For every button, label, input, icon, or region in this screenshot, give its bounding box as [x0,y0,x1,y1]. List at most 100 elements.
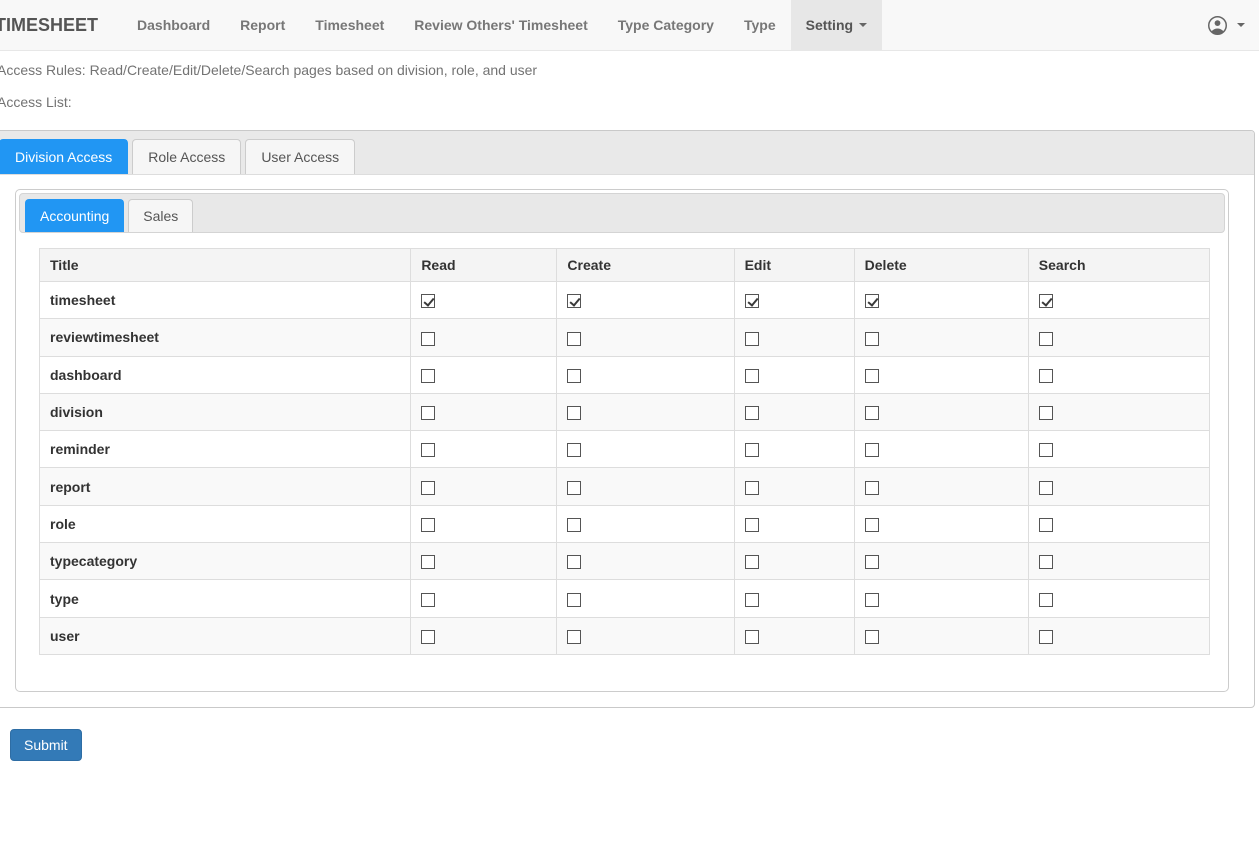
table-row-typecategory: typecategory [38,542,1211,581]
permission-checkbox-read[interactable] [421,443,436,458]
permission-cell [733,392,855,432]
permission-cell [410,280,558,320]
nav-item-label: Type Category [617,17,714,33]
permission-checkbox-search[interactable] [1038,480,1053,495]
permission-checkbox-search[interactable] [1038,518,1053,533]
permission-cell [853,467,1029,506]
permission-checkbox-create[interactable] [567,480,582,495]
nav-item-type[interactable]: Type [729,0,791,50]
permission-checkbox-search[interactable] [1038,555,1053,570]
nav-item-setting[interactable]: Setting [790,0,883,50]
permission-checkbox-edit[interactable] [744,555,759,570]
permission-checkbox-edit[interactable] [744,331,759,346]
access-list-label: Access List: [0,94,72,110]
permission-cell [1027,430,1211,469]
nav-item-label: Setting [805,17,854,33]
tab-division-access[interactable]: Division Access [0,139,129,174]
access-rules-text: Access Rules: Read/Create/Edit/Delete/Se… [0,62,538,78]
column-header-title: Title [38,248,412,282]
division-access-panel: Accounting Sales Title Read Create Edit Delet… [0,175,1254,707]
permission-checkbox-create[interactable] [567,331,582,346]
permission-cell [853,280,1029,320]
permission-checkbox-create[interactable] [567,629,582,644]
permissions-table: Title Read Create Edit Delete Search timeshee… [38,248,1211,655]
permission-cell [853,616,1029,655]
table-row-role: role [38,504,1211,544]
permission-cell [410,318,558,357]
user-menu-toggle[interactable] [1193,0,1259,50]
nav-item-timesheet[interactable]: Timesheet [300,0,399,50]
permission-checkbox-edit[interactable] [744,592,759,607]
division-tabs-bar: Accounting Sales [19,193,1225,233]
main-menu: Dashboard Report Timesheet Review Others' T… [122,0,883,50]
permission-checkbox-create[interactable] [567,592,582,607]
tab-role-access[interactable]: Role Access [132,139,242,174]
permission-cell [1027,542,1211,581]
permission-cell [733,280,855,320]
permission-checkbox-delete[interactable] [864,518,879,533]
permission-checkbox-delete[interactable] [864,555,879,570]
permission-checkbox-search[interactable] [1038,406,1053,421]
nav-item-report[interactable]: Report [225,0,300,50]
permission-checkbox-delete[interactable] [864,480,879,495]
permission-checkbox-read[interactable] [421,555,436,570]
accounting-panel: Title Read Create Edit Delete Search timeshee… [16,236,1228,691]
permission-checkbox-read[interactable] [421,518,436,533]
permission-checkbox-edit[interactable] [744,294,759,309]
permission-checkbox-delete[interactable] [864,629,879,644]
permission-cell [410,542,558,581]
permission-checkbox-read[interactable] [421,406,436,421]
permission-checkbox-delete[interactable] [864,331,879,346]
permission-checkbox-delete[interactable] [864,592,879,607]
permission-checkbox-delete[interactable] [864,368,879,383]
permission-checkbox-edit[interactable] [744,518,759,533]
permission-checkbox-read[interactable] [421,592,436,607]
table-header-row: Title Read Create Edit Delete Search [38,248,1211,282]
row-title: timesheet [38,280,412,320]
nav-item-type-category[interactable]: Type Category [603,0,729,50]
tab-user-access[interactable]: User Access [245,139,356,174]
nav-item-review-others-timesheet[interactable]: Review Others' Timesheet [399,0,602,50]
permission-checkbox-search[interactable] [1038,443,1053,458]
permission-checkbox-edit[interactable] [744,368,759,383]
permission-cell [853,392,1029,432]
permission-checkbox-delete[interactable] [864,294,879,309]
permission-checkbox-read[interactable] [421,480,436,495]
permission-checkbox-search[interactable] [1038,331,1053,346]
permission-checkbox-read[interactable] [421,629,436,644]
permission-checkbox-create[interactable] [567,518,582,533]
permission-checkbox-search[interactable] [1038,368,1053,383]
permission-checkbox-search[interactable] [1038,294,1053,309]
access-tabs-bar: Division Access Role Access User Access [0,131,1254,175]
access-tabs-widget: Division Access Role Access User Access Ac… [0,130,1255,708]
permission-checkbox-edit[interactable] [744,443,759,458]
permission-checkbox-delete[interactable] [864,406,879,421]
brand-logo[interactable]: TIMESHEET [0,0,108,50]
permission-cell [410,616,558,655]
permission-cell [410,355,558,394]
permission-checkbox-edit[interactable] [744,480,759,495]
permission-checkbox-search[interactable] [1038,592,1053,607]
permission-checkbox-delete[interactable] [864,443,879,458]
nav-item-label: Dashboard [137,17,211,33]
permission-cell [853,504,1029,544]
permission-checkbox-create[interactable] [567,406,582,421]
permission-cell [733,579,855,618]
permission-checkbox-create[interactable] [567,443,582,458]
submit-button[interactable]: Submit [10,728,82,761]
permission-checkbox-create[interactable] [567,368,582,383]
tab-sales[interactable]: Sales [128,199,194,232]
permission-checkbox-read[interactable] [421,294,436,309]
permission-checkbox-read[interactable] [421,368,436,383]
permission-checkbox-edit[interactable] [744,629,759,644]
permission-checkbox-create[interactable] [567,555,582,570]
permission-checkbox-read[interactable] [421,331,436,346]
permission-checkbox-search[interactable] [1038,629,1053,644]
tab-accounting[interactable]: Accounting [25,199,125,232]
nav-item-label: Report [240,17,286,33]
permission-cell [853,542,1029,581]
column-header-read: Read [410,248,558,282]
permission-checkbox-edit[interactable] [744,406,759,421]
permission-checkbox-create[interactable] [567,294,582,309]
nav-item-dashboard[interactable]: Dashboard [122,0,225,50]
